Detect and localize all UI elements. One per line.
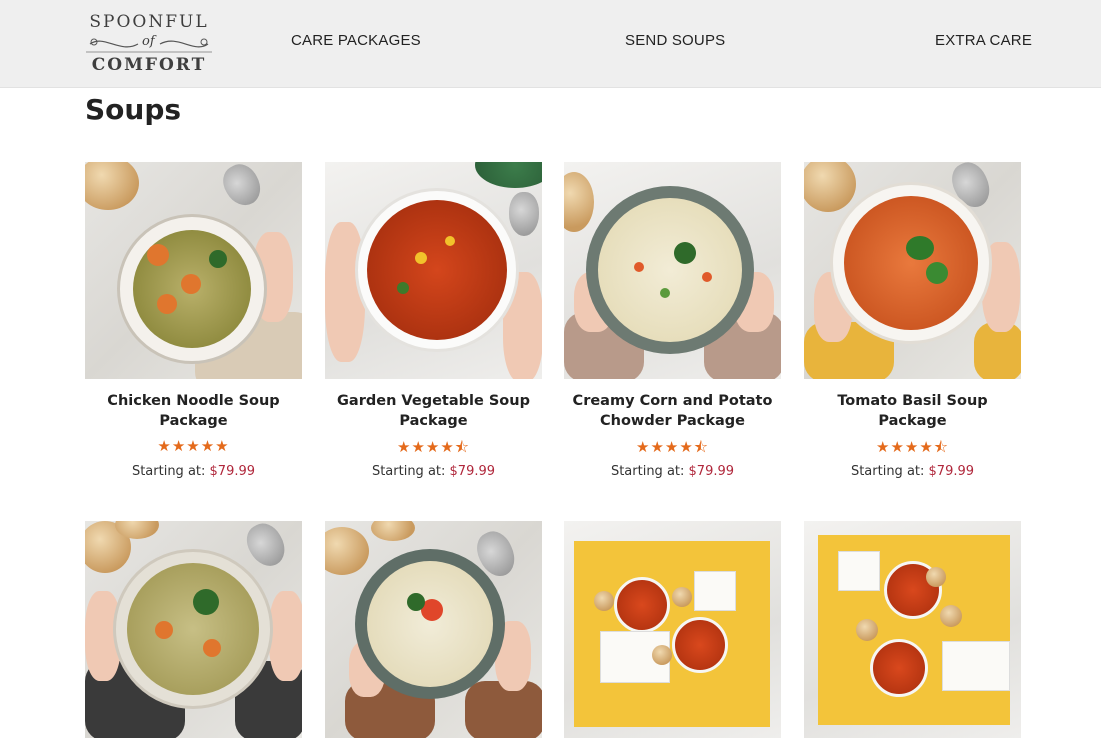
tomato-basil-soup-photo[interactable]: [804, 162, 1021, 379]
page-title: Soups: [85, 93, 182, 126]
product-card-row2-4[interactable]: [804, 521, 1021, 738]
price-amount: $79.99: [449, 464, 496, 479]
star-rating-icon: ★★★★⯪: [636, 438, 709, 456]
spoonful-of-comfort-logo[interactable]: SPOONFUL of COMFORT: [84, 10, 214, 78]
star-rating-icon: ★★★★★: [157, 437, 230, 455]
price-label: Starting at:: [131, 464, 206, 479]
product-card-garden-vegetable[interactable]: Garden Vegetable Soup Package ★★★★⯪ Star…: [325, 162, 542, 479]
nav-care-packages[interactable]: CARE PACKAGES: [291, 32, 421, 49]
price-label: Starting at:: [610, 464, 685, 479]
star-rating-icon: ★★★★⯪: [397, 438, 470, 456]
price-label: Starting at:: [850, 464, 925, 479]
product-card-tomato-basil[interactable]: Tomato Basil Soup Package ★★★★⯪ Starting…: [804, 162, 1021, 479]
logo-wordmark-bottom: COMFORT: [91, 55, 207, 75]
logo-of-text: of: [142, 34, 155, 49]
product-price: Starting at: $79.99: [804, 464, 1021, 479]
soup-care-package-box-photo[interactable]: [564, 521, 781, 738]
price-label: Starting at:: [371, 464, 446, 479]
creamy-chowder-soup-photo[interactable]: [325, 521, 542, 738]
nav-extra-care[interactable]: EXTRA CARE: [935, 32, 1032, 49]
soup-sampler-box-photo[interactable]: [804, 521, 1021, 738]
product-card-chicken-noodle[interactable]: Chicken Noodle Soup Package ★★★★★ Starti…: [85, 162, 302, 479]
product-price: Starting at: $79.99: [325, 464, 542, 479]
garden-vegetable-soup-photo[interactable]: [325, 162, 542, 379]
price-amount: $79.99: [928, 464, 975, 479]
price-amount: $79.99: [209, 464, 256, 479]
product-card-row2-1[interactable]: [85, 521, 302, 738]
chicken-dumpling-soup-photo[interactable]: [85, 521, 302, 738]
corn-potato-chowder-photo[interactable]: [564, 162, 781, 379]
product-name[interactable]: Creamy Corn and Potato Chowder Package: [564, 391, 781, 431]
product-name[interactable]: Tomato Basil Soup Package: [804, 391, 1021, 431]
site-header: SPOONFUL of COMFORT CARE PACKAGES SEND S…: [0, 0, 1101, 88]
product-card-corn-potato-chowder[interactable]: Creamy Corn and Potato Chowder Package ★…: [564, 162, 781, 479]
chicken-noodle-soup-photo[interactable]: [85, 162, 302, 379]
logo-flourish: of: [84, 32, 214, 56]
product-price: Starting at: $79.99: [85, 464, 302, 479]
product-price: Starting at: $79.99: [564, 464, 781, 479]
nav-send-soups[interactable]: SEND SOUPS: [625, 32, 725, 49]
product-card-row2-2[interactable]: [325, 521, 542, 738]
price-amount: $79.99: [688, 464, 735, 479]
logo-wordmark-top: SPOONFUL: [89, 12, 209, 32]
star-rating-icon: ★★★★⯪: [876, 438, 949, 456]
product-name[interactable]: Garden Vegetable Soup Package: [325, 391, 542, 431]
product-name[interactable]: Chicken Noodle Soup Package: [85, 391, 302, 431]
product-card-row2-3[interactable]: [564, 521, 781, 738]
